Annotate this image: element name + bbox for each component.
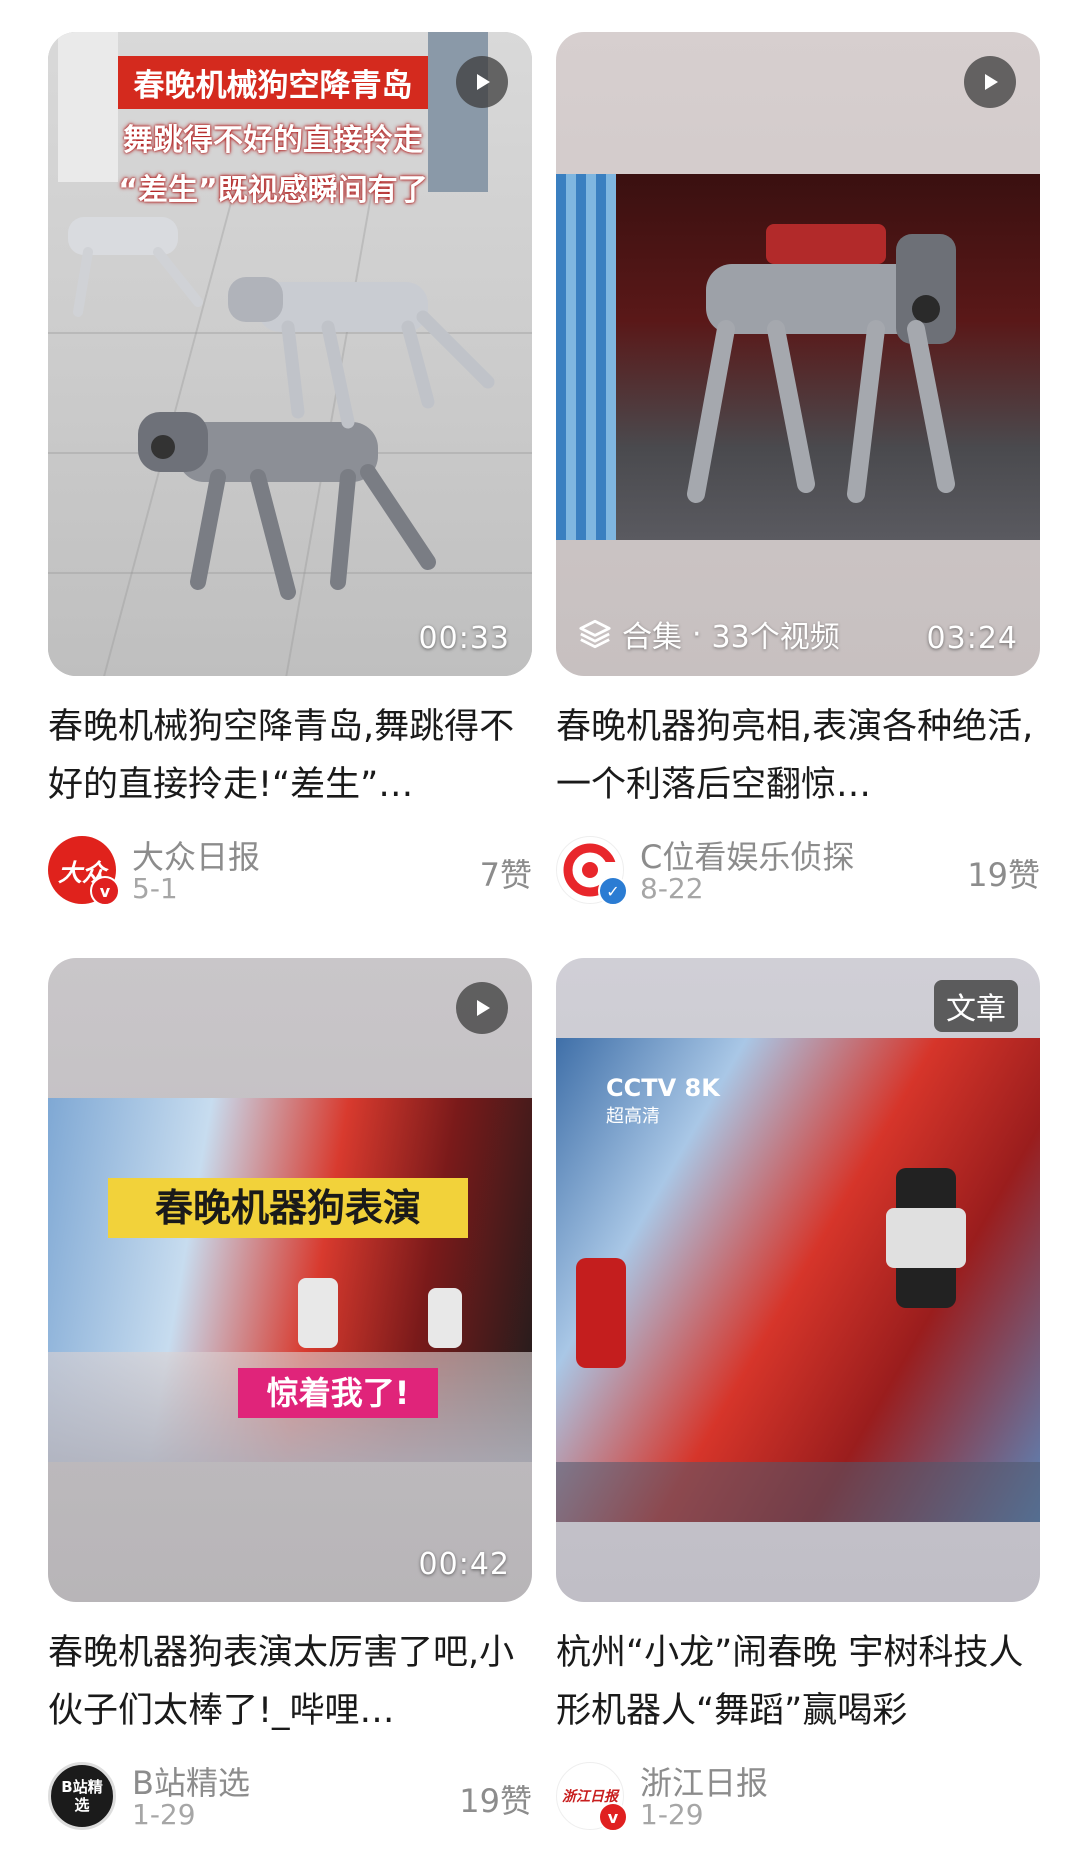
- like-count: 19赞: [967, 856, 1040, 894]
- verified-icon: v: [90, 876, 120, 906]
- feed-card-4[interactable]: CCTV 8K 超高清 文章 杭州“小龙”闹春晚 宇树科技人形机器人“舞蹈”赢喝…: [556, 958, 1040, 1836]
- publish-date: 1-29: [132, 1798, 196, 1831]
- thumbnail-image: CCTV 8K 超高清: [556, 1038, 1040, 1522]
- source-avatar[interactable]: B站精选: [48, 1762, 116, 1830]
- card-meta: 浙江日报 v 浙江日报 1-29: [556, 1758, 1040, 1836]
- video-duration: 00:33: [418, 621, 510, 656]
- card-title[interactable]: 春晚机械狗空降青岛,舞跳得不好的直接拎走!“差生”…: [48, 698, 532, 814]
- robot-dog-image: [228, 277, 495, 429]
- card-title[interactable]: 杭州“小龙”闹春晚 宇树科技人形机器人“舞蹈”赢喝彩: [556, 1624, 1040, 1740]
- collection-indicator[interactable]: 合集 · 33个视频: [578, 612, 840, 656]
- card-meta: 大众 v 大众日报 5-1 7赞: [48, 832, 532, 910]
- headline-line-3: “差生”既视感瞬间有了: [118, 173, 428, 208]
- play-icon[interactable]: [456, 982, 508, 1034]
- video-thumbnail[interactable]: 春晚机器狗表演 惊着我了! 00:42: [48, 958, 532, 1602]
- play-icon[interactable]: [964, 56, 1016, 108]
- tv-logo-text: CCTV 8K 超高清: [606, 1074, 720, 1127]
- publish-date: 1-29: [640, 1798, 704, 1831]
- headline-line-2: 舞跳得不好的直接拎走: [123, 123, 423, 158]
- video-banner-text: 春晚机器狗表演: [108, 1178, 468, 1238]
- card-title[interactable]: 春晚机器狗表演太厉害了吧,小伙子们太棒了!_哔哩…: [48, 1624, 532, 1740]
- headline-line-1: 春晚机械狗空降青岛: [118, 56, 428, 109]
- robot-dog-image: [68, 217, 203, 317]
- headline-overlay: 春晚机械狗空降青岛 舞跳得不好的直接拎走 “差生”既视感瞬间有了: [118, 56, 428, 215]
- like-count: 7赞: [479, 856, 532, 894]
- video-caption-text: 惊着我了!: [238, 1368, 438, 1418]
- feed-card-1[interactable]: 春晚机械狗空降青岛 舞跳得不好的直接拎走 “差生”既视感瞬间有了 00:33 春…: [48, 32, 532, 910]
- card-meta: B站精选 B站精选 1-29 19赞: [48, 1758, 532, 1836]
- video-thumbnail[interactable]: 春晚机械狗空降青岛 舞跳得不好的直接拎走 “差生”既视感瞬间有了 00:33: [48, 32, 532, 676]
- separator-dot: ·: [692, 616, 702, 652]
- card-meta: ✓ C位看娱乐侦探 8-22 19赞: [556, 832, 1040, 910]
- robot-dog-image: [687, 224, 956, 503]
- video-duration: 00:42: [418, 1547, 510, 1582]
- publish-date: 8-22: [640, 872, 704, 905]
- source-avatar[interactable]: 浙江日报 v: [556, 1762, 628, 1832]
- collection-count: 33个视频: [711, 620, 840, 655]
- video-duration: 03:24: [926, 621, 1018, 656]
- thumbnail-image: [556, 174, 1040, 540]
- card-title[interactable]: 春晚机器狗亮相,表演各种绝活,一个利落后空翻惊…: [556, 698, 1040, 814]
- verified-icon: v: [598, 1802, 628, 1832]
- video-thumbnail[interactable]: 合集 · 33个视频 03:24: [556, 32, 1040, 676]
- like-count: 19赞: [459, 1782, 532, 1820]
- avatar-logo-text: B站精选: [61, 1778, 103, 1814]
- publish-date: 5-1: [132, 872, 178, 905]
- feed-card-2[interactable]: 合集 · 33个视频 03:24 春晚机器狗亮相,表演各种绝活,一个利落后空翻惊…: [556, 32, 1040, 910]
- source-avatar[interactable]: 大众 v: [48, 836, 120, 906]
- feed-card-3[interactable]: 春晚机器狗表演 惊着我了! 00:42 春晚机器狗表演太厉害了吧,小伙子们太棒了…: [48, 958, 532, 1836]
- verified-icon: ✓: [598, 876, 628, 906]
- thumbnail-image: 春晚机械狗空降青岛 舞跳得不好的直接拎走 “差生”既视感瞬间有了: [48, 32, 532, 676]
- play-icon[interactable]: [456, 56, 508, 108]
- source-avatar[interactable]: ✓: [556, 836, 628, 906]
- thumbnail-image: 春晚机器狗表演 惊着我了!: [48, 1098, 532, 1462]
- layers-icon: [579, 619, 611, 649]
- collection-label: 合集: [622, 620, 682, 655]
- article-badge: 文章: [934, 980, 1018, 1032]
- article-thumbnail[interactable]: CCTV 8K 超高清 文章: [556, 958, 1040, 1602]
